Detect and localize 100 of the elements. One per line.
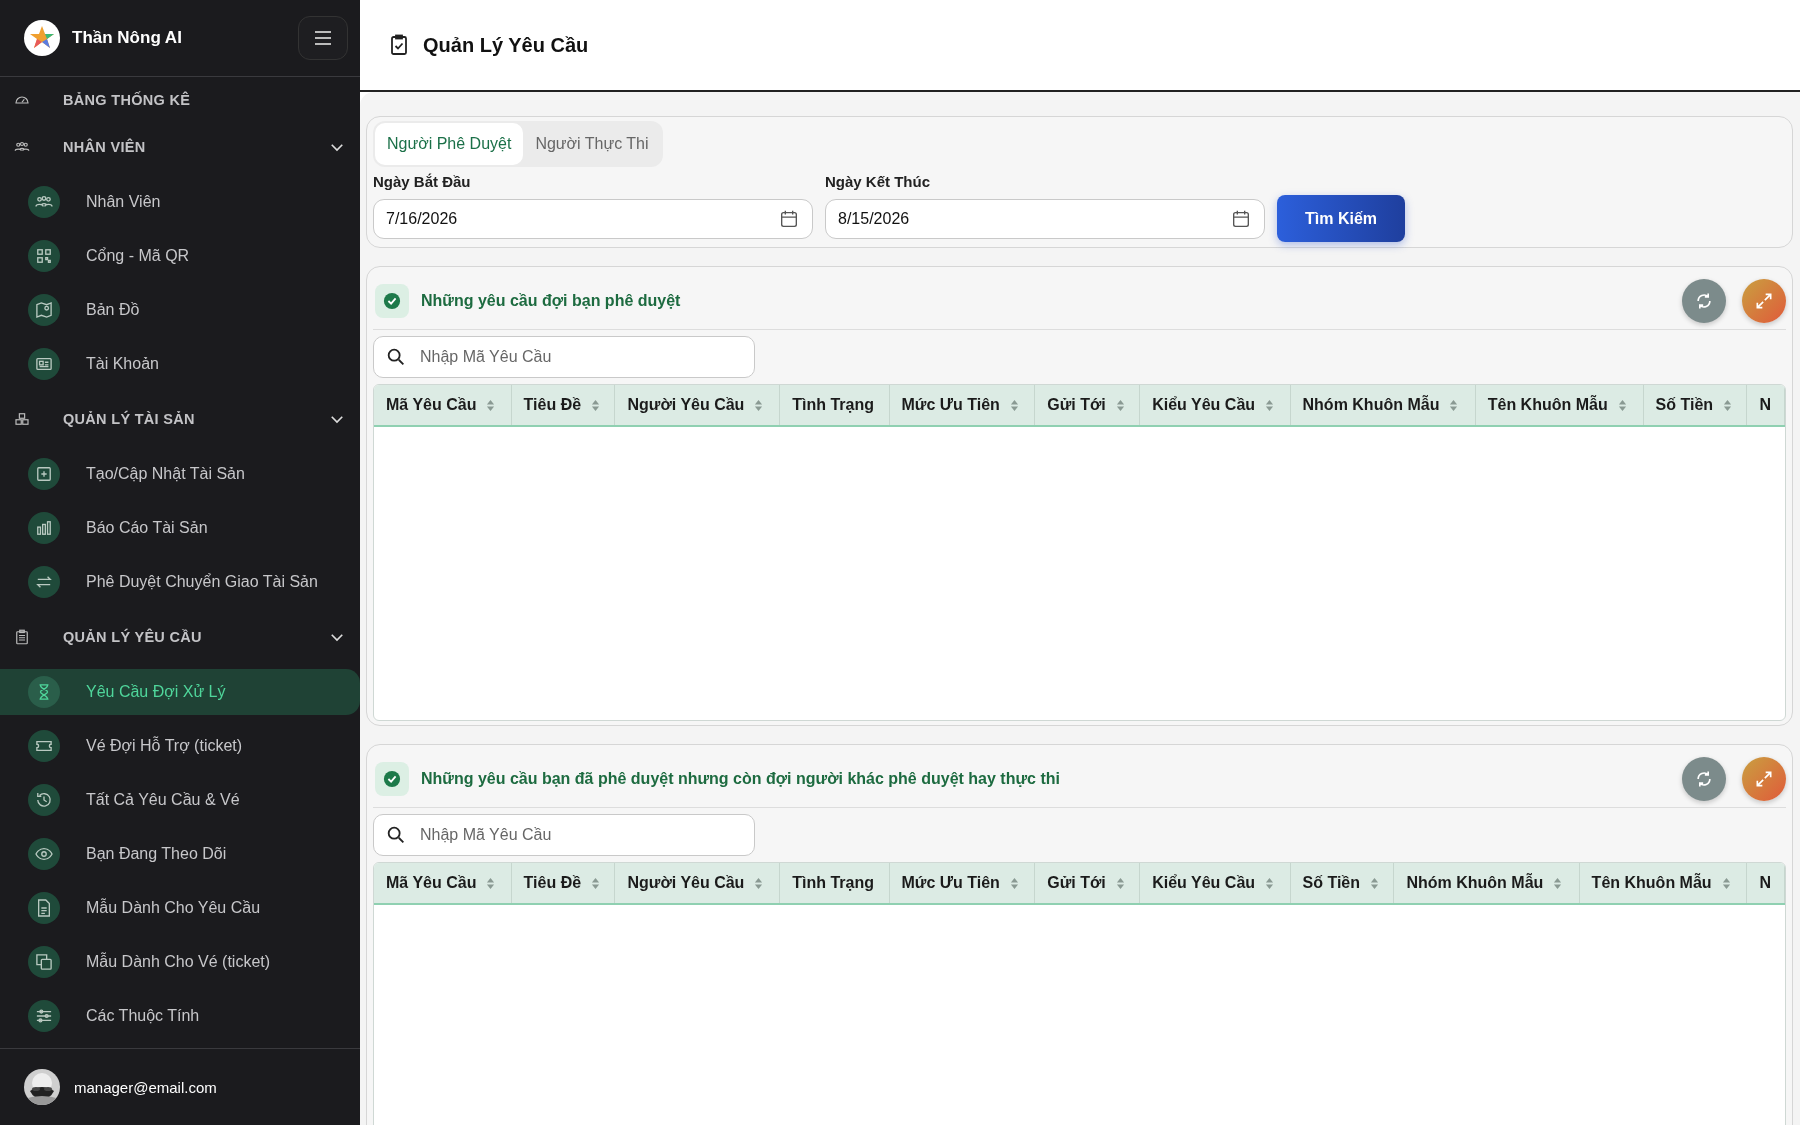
date-field[interactable]: 7/16/2026 (373, 199, 813, 239)
sort-icon[interactable] (1370, 876, 1380, 890)
column-header[interactable]: Tình Trạng (779, 863, 889, 904)
menu-button[interactable] (298, 16, 348, 60)
field-label: Ngày Bắt Đầu (373, 173, 472, 190)
sort-icon[interactable] (754, 876, 764, 890)
column-header[interactable]: N (1747, 385, 1785, 426)
field-label: Ngày Kết Thúc (825, 173, 931, 190)
section-title: Những yêu cầu bạn đã phê duyệt nhưng còn đợi người khác phê duyệt hay thực thi (421, 770, 1061, 788)
search-field[interactable]: Nhập Mã Yêu Cầu (373, 336, 755, 378)
expand-button[interactable] (1742, 757, 1786, 801)
boxes-icon (13, 410, 31, 428)
column-header[interactable]: Nhóm Khuôn Mẫu (1290, 385, 1476, 426)
hourglass-icon (28, 676, 60, 708)
column-header[interactable]: Nhóm Khuôn Mẫu (1393, 863, 1580, 904)
refresh-icon (1694, 291, 1714, 311)
logo-icon (24, 20, 60, 56)
column-header[interactable]: Mức Ưu Tiên (889, 863, 1035, 904)
search-field[interactable]: Nhập Mã Yêu Cầu (373, 814, 755, 856)
sort-icon[interactable] (486, 876, 496, 890)
column-header[interactable]: Người Yêu Cầu (615, 863, 780, 904)
page-title: Quản Lý Yêu Cầu (423, 33, 589, 57)
sidebar-item[interactable]: Các Thuộc Tính (0, 993, 360, 1039)
clipboard-icon (13, 628, 31, 646)
sidebar-item[interactable]: Nhân Viên (0, 179, 360, 225)
qr-code-icon (28, 240, 60, 272)
sort-icon[interactable] (1617, 398, 1627, 412)
refresh-button[interactable] (1682, 757, 1726, 801)
sidebar-section[interactable]: QUẢN LÝ TÀI SẢN (0, 395, 360, 443)
sidebar-item[interactable]: Vé Đợi Hỗ Trợ (ticket) (0, 723, 360, 769)
search-icon (385, 824, 407, 846)
column-header[interactable]: Mức Ưu Tiên (889, 385, 1035, 426)
column-header[interactable]: Tiêu Đề (511, 863, 615, 904)
column-header[interactable]: Tên Khuôn Mẫu (1475, 385, 1644, 426)
tab[interactable]: Người Phê Duyệt (375, 123, 524, 165)
sort-icon[interactable] (1265, 876, 1275, 890)
sidebar-section[interactable]: QUẢN LÝ YÊU CẦU (0, 613, 360, 661)
sort-icon[interactable] (754, 398, 764, 412)
id-card-icon (28, 348, 60, 380)
sidebar-item[interactable]: Tạo/Cập Nhật Tài Sản (0, 451, 360, 497)
map-icon (28, 294, 60, 326)
eye-icon (28, 838, 60, 870)
column-header[interactable]: Kiểu Yêu Cầu (1139, 863, 1291, 904)
column-header[interactable]: Người Yêu Cầu (615, 385, 780, 426)
sort-icon[interactable] (1449, 398, 1459, 412)
sidebar-item[interactable]: Phê Duyệt Chuyển Giao Tài Sản (0, 559, 360, 605)
sidebar-item[interactable]: Mẫu Dành Cho Yêu Cầu (0, 885, 360, 931)
copy-icon (28, 946, 60, 978)
expand-button[interactable] (1742, 279, 1786, 323)
user-email: manager@email.com (74, 1078, 217, 1096)
sort-icon[interactable] (486, 398, 496, 412)
ticket-icon (28, 730, 60, 762)
sidebar-item[interactable]: Yêu Cầu Đợi Xử Lý (0, 669, 360, 715)
column-header[interactable]: Gửi Tới (1034, 385, 1140, 426)
sort-icon[interactable] (1115, 876, 1125, 890)
column-header[interactable]: Tiêu Đề (511, 385, 615, 426)
check-circle-icon (383, 292, 401, 310)
check-circle-icon (383, 770, 401, 788)
calendar-icon (1230, 208, 1252, 230)
sidebar-item[interactable]: Bạn Đang Theo Dõi (0, 831, 360, 877)
sort-icon[interactable] (1115, 398, 1125, 412)
column-header[interactable]: Kiểu Yêu Cầu (1139, 385, 1291, 426)
sidebar-item[interactable]: Tài Khoản (0, 341, 360, 387)
column-header[interactable]: Số Tiền (1643, 385, 1747, 426)
sidebar-item[interactable]: Báo Cáo Tài Sản (0, 505, 360, 551)
sidebar-item[interactable]: Tất Cả Yêu Cầu & Vé (0, 777, 360, 823)
expand-icon (1754, 291, 1774, 311)
sort-icon[interactable] (1009, 398, 1019, 412)
column-header[interactable]: Mã Yêu Cầu (374, 863, 512, 904)
column-header[interactable]: Số Tiền (1290, 863, 1394, 904)
search-button[interactable]: Tìm Kiếm (1277, 195, 1405, 242)
column-header[interactable]: N (1747, 863, 1785, 904)
people-icon (28, 186, 60, 218)
sort-icon[interactable] (1553, 876, 1563, 890)
sidebar-item[interactable]: Cổng - Mã QR (0, 233, 360, 279)
column-header[interactable]: Gửi Tới (1034, 863, 1140, 904)
sort-icon[interactable] (1265, 398, 1275, 412)
date-field[interactable]: 8/15/2026 (825, 199, 1265, 239)
sort-icon[interactable] (1009, 876, 1019, 890)
sort-icon[interactable] (1721, 876, 1731, 890)
sort-icon[interactable] (1723, 398, 1733, 412)
arrows-icon (28, 566, 60, 598)
sort-icon[interactable] (591, 876, 601, 890)
sidebar-item[interactable]: Bản Đồ (0, 287, 360, 333)
column-header[interactable]: Tên Khuôn Mẫu (1579, 863, 1747, 904)
history-icon (28, 784, 60, 816)
sort-icon[interactable] (591, 398, 601, 412)
sidebar-section[interactable]: NHÂN VIÊN (0, 123, 360, 171)
sidebar-item[interactable]: Mẫu Dành Cho Vé (ticket) (0, 939, 360, 985)
expand-icon (1754, 769, 1774, 789)
section-title: Những yêu cầu đợi bạn phê duyệt (421, 292, 682, 310)
calendar-icon (778, 208, 800, 230)
document-icon (28, 892, 60, 924)
column-header[interactable]: Mã Yêu Cầu (374, 385, 512, 426)
refresh-button[interactable] (1682, 279, 1726, 323)
bar-chart-icon (28, 512, 60, 544)
sliders-icon (28, 1000, 60, 1032)
sidebar-section[interactable]: BẢNG THỐNG KÊ (0, 77, 360, 123)
column-header[interactable]: Tình Trạng (779, 385, 889, 426)
tab[interactable]: Người Thực Thi (523, 123, 661, 165)
